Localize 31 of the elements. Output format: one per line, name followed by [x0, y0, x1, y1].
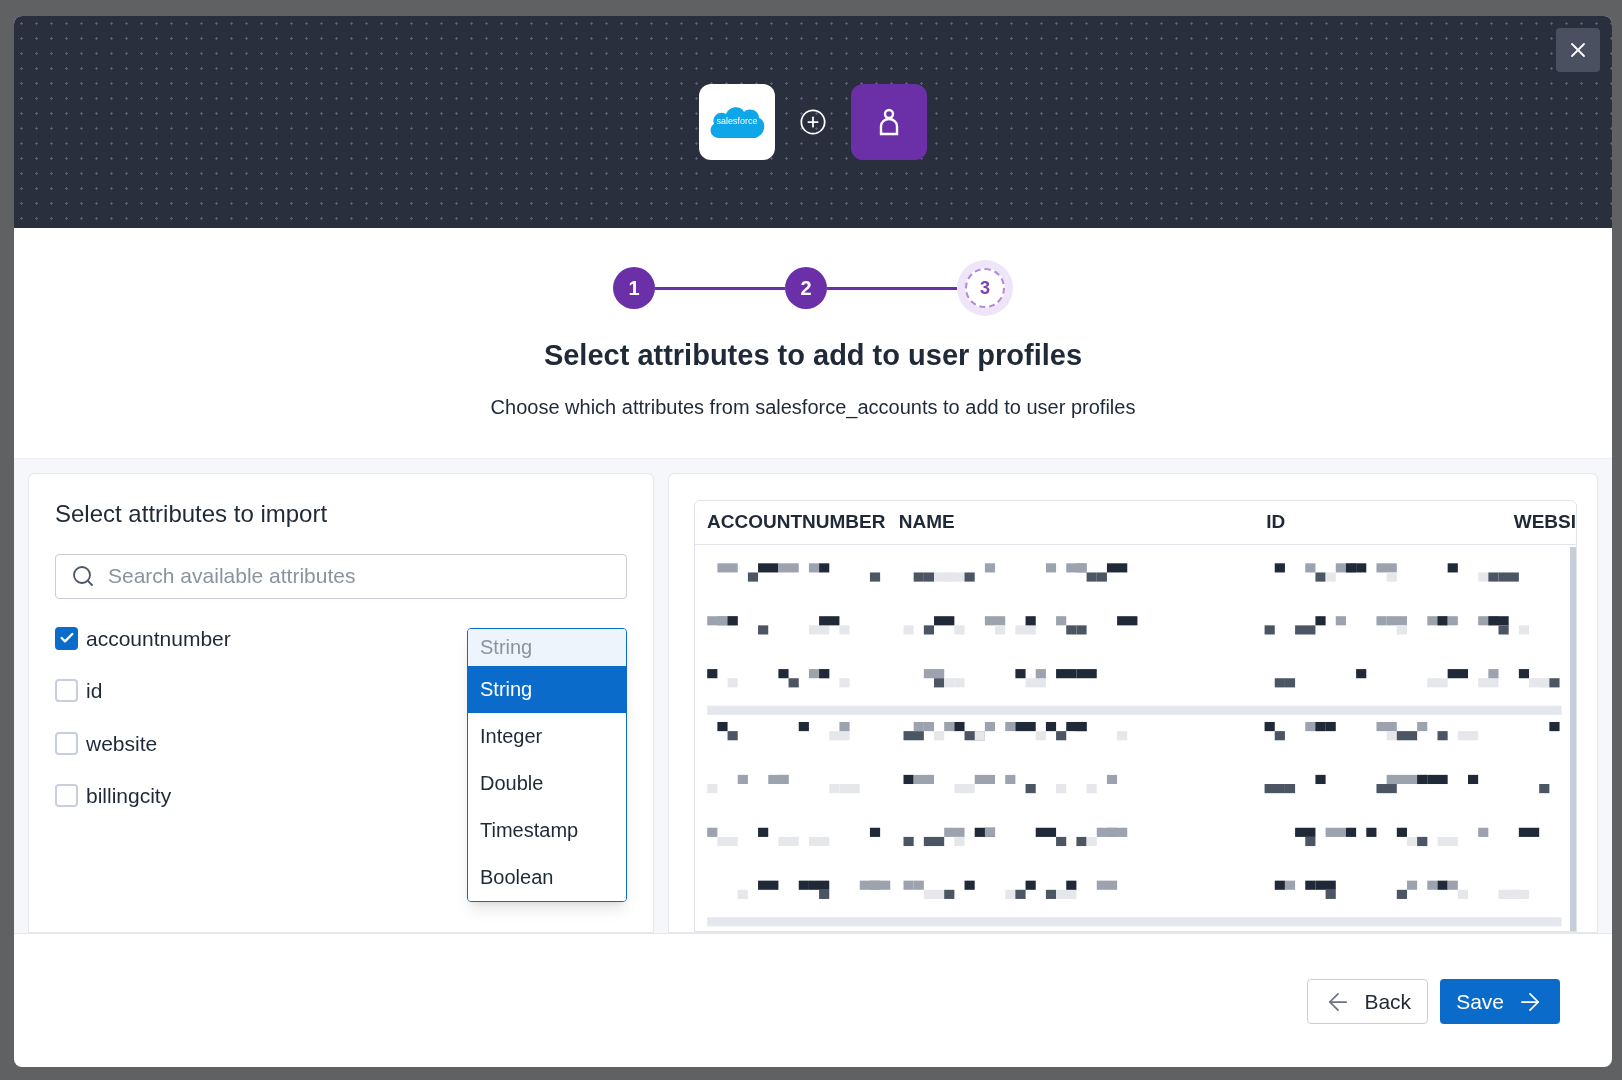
dialog-subtitle: Choose which attributes from salesforce_accounts to add to user profiles — [490, 394, 1136, 421]
panel-title: Select attributes to import — [55, 498, 329, 529]
dialog-title: Select attributes to add to user profiles — [543, 338, 1083, 373]
column-header: WEBSI — [1512, 509, 1576, 534]
search-field[interactable]: Search available attributes — [55, 553, 627, 599]
checkbox[interactable] — [55, 784, 78, 808]
search-icon — [71, 563, 95, 588]
attribute-label: accountnumber — [86, 625, 231, 652]
dropdown-option[interactable]: Integer — [468, 712, 626, 760]
save-button[interactable]: Save — [1440, 979, 1560, 1024]
step-number: 3 — [965, 268, 1005, 308]
back-button[interactable]: Back — [1307, 979, 1429, 1024]
checkbox[interactable] — [55, 626, 78, 650]
dropdown-option[interactable]: Double — [468, 759, 626, 807]
dropdown-option[interactable]: Timestamp — [468, 806, 626, 854]
step-number: 1 — [613, 267, 655, 309]
person-icon — [877, 108, 901, 136]
column-header: ACCOUNTNUMBER — [706, 509, 887, 534]
attribute-label: id — [86, 678, 103, 704]
dropdown-option[interactable]: String — [468, 665, 626, 713]
attribute-label: website — [86, 730, 158, 757]
column-header: NAME — [897, 509, 956, 534]
checkbox[interactable] — [55, 731, 78, 755]
checkbox[interactable] — [55, 679, 78, 703]
close-button[interactable] — [1556, 28, 1600, 72]
step-number: 2 — [785, 267, 827, 309]
dropdown-option[interactable]: Boolean — [468, 853, 626, 901]
attribute-label: billingcity — [86, 783, 172, 809]
plus-icon — [799, 108, 827, 136]
logo-text: salesforce — [716, 115, 758, 129]
column-header: ID — [1265, 509, 1287, 534]
